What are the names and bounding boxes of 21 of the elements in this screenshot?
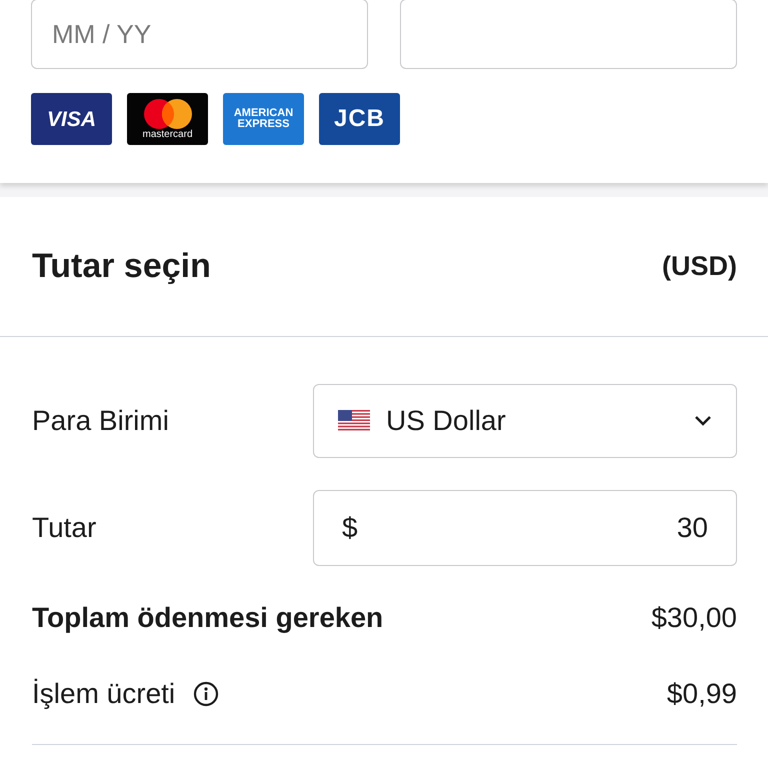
fee-value: $0,99 — [666, 678, 737, 710]
fee-label: İşlem ücreti — [32, 678, 176, 710]
jcb-logo: JCB — [319, 93, 400, 145]
info-icon[interactable] — [193, 681, 220, 707]
input-field[interactable] — [400, 0, 737, 69]
field-label: Para Birimi — [32, 405, 169, 437]
chevron-down-icon — [694, 415, 712, 427]
flag-icon — [338, 410, 370, 432]
currency-code: (USD) — [662, 251, 737, 282]
currency-select[interactable]: US Dollar — [313, 384, 737, 458]
section-title: Tutar seçin — [32, 247, 211, 286]
amount-field[interactable]: $ 30 — [313, 490, 737, 566]
visa-logo: VISA — [31, 93, 112, 145]
total-label: Toplam ödenmesi gereken — [32, 602, 384, 634]
currency-symbol: $ — [342, 512, 358, 544]
amount-value: 30 — [676, 512, 708, 544]
input-field[interactable]: MM / YY — [31, 0, 368, 69]
field-label: Tutar — [32, 512, 96, 544]
total-value: $30,00 — [651, 602, 737, 634]
amex-logo: AMERICAN EXPRESS — [223, 93, 304, 145]
mastercard-logo: mastercard — [127, 93, 208, 145]
